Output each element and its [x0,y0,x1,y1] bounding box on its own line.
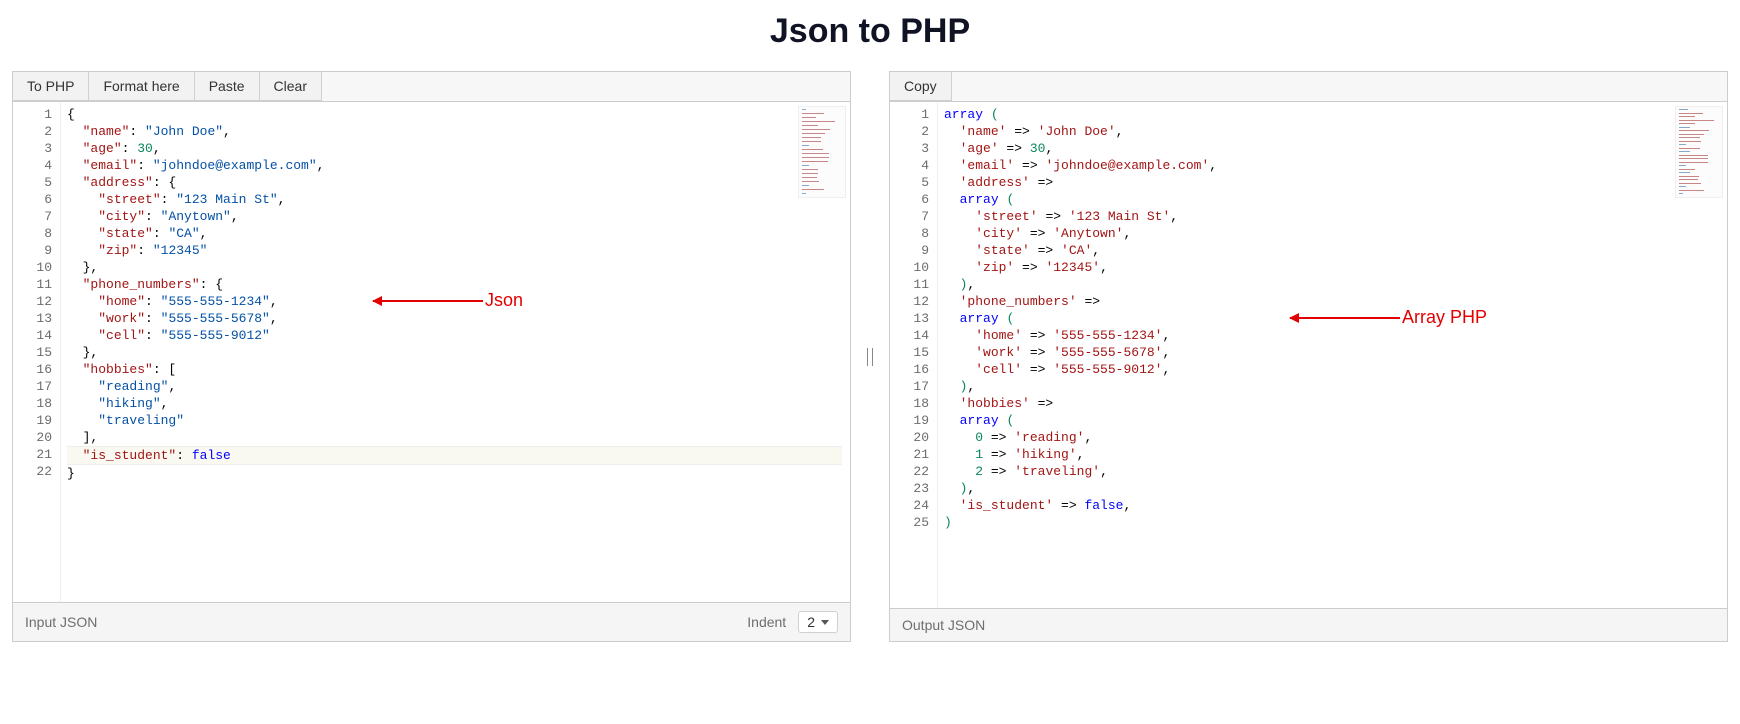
code-line[interactable]: array ( [944,191,1719,208]
code-area[interactable]: { "name": "John Doe", "age": 30, "email"… [61,102,850,602]
code-line[interactable]: "traveling" [67,412,842,429]
code-line[interactable]: "state": "CA", [67,225,842,242]
code-line[interactable]: }, [67,344,842,361]
input-footer-label: Input JSON [25,614,97,630]
format-here-button[interactable]: Format here [89,72,194,101]
indent-value: 2 [807,614,815,630]
input-toolbar: To PHP Format here Paste Clear [13,72,850,102]
code-line[interactable]: { [67,106,842,123]
code-line[interactable]: "zip": "12345" [67,242,842,259]
input-minimap[interactable] [798,106,846,198]
code-line[interactable]: "street": "123 Main St", [67,191,842,208]
code-line[interactable]: 'zip' => '12345', [944,259,1719,276]
copy-button[interactable]: Copy [890,72,952,101]
paste-button[interactable]: Paste [195,72,260,101]
code-line[interactable]: ], [67,429,842,446]
code-line[interactable]: "address": { [67,174,842,191]
line-number-gutter: 1234567891011121314151617181920212223242… [890,102,938,608]
code-line[interactable]: 'work' => '555-555-5678', [944,344,1719,361]
page-title: Json to PHP [12,12,1728,51]
code-line[interactable]: "cell": "555-555-9012" [67,327,842,344]
code-line[interactable]: 'address' => [944,174,1719,191]
code-line[interactable]: 'street' => '123 Main St', [944,208,1719,225]
code-line[interactable]: 'home' => '555-555-1234', [944,327,1719,344]
code-area[interactable]: array ( 'name' => 'John Doe', 'age' => 3… [938,102,1727,608]
input-editor-wrap: 12345678910111213141516171819202122{ "na… [13,102,850,602]
code-line[interactable]: 'email' => 'johndoe@example.com', [944,157,1719,174]
code-line[interactable]: } [67,465,842,482]
code-line[interactable]: 'cell' => '555-555-9012', [944,361,1719,378]
output-panel: Copy 12345678910111213141516171819202122… [889,71,1728,642]
clear-button[interactable]: Clear [260,72,322,101]
input-panel: To PHP Format here Paste Clear 123456789… [12,71,851,642]
code-line[interactable]: "reading", [67,378,842,395]
code-line[interactable]: "age": 30, [67,140,842,157]
code-line[interactable]: 'state' => 'CA', [944,242,1719,259]
output-toolbar: Copy [890,72,1727,102]
code-line[interactable]: ), [944,378,1719,395]
code-line[interactable]: ) [944,514,1719,531]
code-line[interactable]: array ( [944,412,1719,429]
code-line[interactable]: 'name' => 'John Doe', [944,123,1719,140]
indent-select[interactable]: 2 [798,611,838,633]
code-line[interactable]: 2 => 'traveling', [944,463,1719,480]
output-editor-wrap: 1234567891011121314151617181920212223242… [890,102,1727,608]
code-line[interactable]: "work": "555-555-5678", [67,310,842,327]
code-line[interactable]: 'hobbies' => [944,395,1719,412]
input-footer: Input JSON Indent 2 [13,602,850,641]
code-line[interactable]: array ( [944,310,1719,327]
code-line[interactable]: array ( [944,106,1719,123]
output-minimap[interactable] [1675,106,1723,198]
code-line[interactable]: 'age' => 30, [944,140,1719,157]
code-line[interactable]: 'phone_numbers' => [944,293,1719,310]
input-editor[interactable]: 12345678910111213141516171819202122{ "na… [13,102,850,602]
code-line[interactable]: "name": "John Doe", [67,123,842,140]
to-php-button[interactable]: To PHP [13,72,89,101]
code-line[interactable]: 'city' => 'Anytown', [944,225,1719,242]
output-footer-label: Output JSON [902,617,985,633]
line-number-gutter: 12345678910111213141516171819202122 [13,102,61,602]
code-line[interactable]: }, [67,259,842,276]
output-editor[interactable]: 1234567891011121314151617181920212223242… [890,102,1727,608]
code-line[interactable]: 1 => 'hiking', [944,446,1719,463]
workspace: To PHP Format here Paste Clear 123456789… [12,71,1728,642]
code-line[interactable]: "phone_numbers": { [67,276,842,293]
split-handle[interactable] [867,71,873,642]
code-line[interactable]: "home": "555-555-1234", [67,293,842,310]
code-line[interactable]: "email": "johndoe@example.com", [67,157,842,174]
code-line[interactable]: ), [944,480,1719,497]
code-line[interactable]: "city": "Anytown", [67,208,842,225]
output-footer: Output JSON [890,608,1727,641]
code-line[interactable]: "is_student": false [67,446,842,465]
grip-icon [867,348,873,366]
indent-label: Indent [747,614,786,630]
code-line[interactable]: 'is_student' => false, [944,497,1719,514]
code-line[interactable]: "hobbies": [ [67,361,842,378]
code-line[interactable]: ), [944,276,1719,293]
chevron-down-icon [821,620,829,625]
code-line[interactable]: "hiking", [67,395,842,412]
code-line[interactable]: 0 => 'reading', [944,429,1719,446]
